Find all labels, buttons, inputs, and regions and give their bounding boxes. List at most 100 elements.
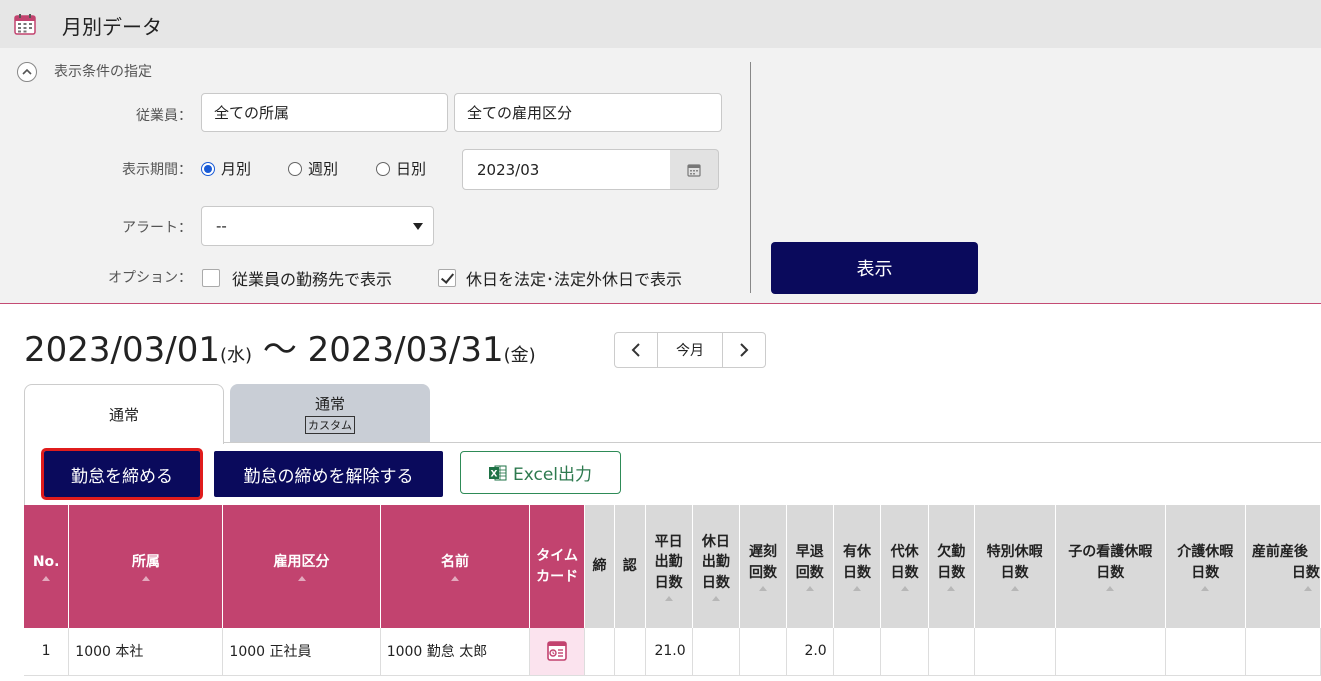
month-input[interactable]: 2023/03 xyxy=(462,149,671,190)
radio-label: 週別 xyxy=(308,160,339,178)
cell-no: 1 xyxy=(24,628,70,676)
tab-normal[interactable]: 通常 xyxy=(24,384,224,444)
cell-paid-leave xyxy=(833,628,882,676)
table-row[interactable]: 1 1000 本社 1000 正社員 1000 勤怠 太郎 21.0 2.0 xyxy=(24,628,1321,676)
date-range-heading: 2023/03/01(水) 〜 2023/03/31(金) xyxy=(24,322,536,371)
range-end-dow: (金) xyxy=(503,345,536,366)
checkbox-box xyxy=(202,269,220,287)
excel-export-button[interactable]: X Excel出力 xyxy=(460,451,621,494)
cell-approve xyxy=(614,628,646,676)
tab-label: 通常 xyxy=(314,394,345,413)
range-start: 2023/03/01 xyxy=(24,330,220,370)
col-nursing-leave[interactable]: 介護休暇 日数 xyxy=(1165,505,1246,628)
col-special-leave[interactable]: 特別休暇 日数 xyxy=(974,505,1056,628)
legal-holiday-display-checkbox[interactable]: 休日を法定･法定外休日で表示 xyxy=(438,266,682,290)
chevron-left-icon xyxy=(631,343,640,357)
alert-select-value: -- xyxy=(216,217,227,235)
cell-employment: 1000 正社員 xyxy=(222,628,381,676)
cell-close xyxy=(584,628,615,676)
employment-type-select[interactable]: 全ての雇用区分 xyxy=(454,93,722,132)
cell-nursing-leave xyxy=(1165,628,1246,676)
calendar-icon xyxy=(687,163,701,177)
range-start-dow: (水) xyxy=(219,345,253,366)
col-early-count[interactable]: 早退 回数 xyxy=(786,505,834,628)
radio-indicator xyxy=(288,161,302,176)
excel-icon: X xyxy=(488,465,507,480)
tab-underline xyxy=(224,442,1321,443)
calendar-picker-button[interactable] xyxy=(670,149,719,190)
col-no[interactable]: No. xyxy=(24,505,70,628)
sort-icon xyxy=(805,585,814,591)
sort-icon xyxy=(1010,585,1019,591)
sort-icon xyxy=(947,585,956,591)
range-end: 2023/03/31 xyxy=(307,330,504,370)
cell-holiday-days xyxy=(692,628,741,676)
col-childcare-leave[interactable]: 子の看護休暇 日数 xyxy=(1055,505,1166,628)
monthly-data-table: No. 所属 雇用区分 名前 タイム カード 締 認 平日 出勤 日数 休日 出勤 日数 … xyxy=(24,505,1321,676)
sort-icon xyxy=(711,595,720,601)
period-weekly-radio[interactable]: 週別 xyxy=(288,158,338,179)
cell-childcare-leave xyxy=(1055,628,1166,676)
next-month-button[interactable] xyxy=(723,333,765,367)
period-monthly-radio[interactable]: 月別 xyxy=(201,158,251,179)
col-dept[interactable]: 所属 xyxy=(68,505,224,628)
col-absence[interactable]: 欠勤 日数 xyxy=(928,505,975,628)
col-timecard: タイム カード xyxy=(529,505,586,628)
radio-indicator xyxy=(201,161,215,176)
alert-label: アラート： xyxy=(122,220,192,236)
col-employment[interactable]: 雇用区分 xyxy=(222,505,381,628)
checkbox-label: 従業員の勤務先で表示 xyxy=(232,270,393,289)
col-holiday-days[interactable]: 休日 出勤 日数 xyxy=(692,505,741,628)
close-attendance-button[interactable]: 勤怠を締める xyxy=(41,448,203,500)
section-title: 表示条件の指定 xyxy=(54,64,152,80)
col-paid-leave[interactable]: 有休 日数 xyxy=(833,505,882,628)
col-name[interactable]: 名前 xyxy=(380,505,531,628)
show-button[interactable]: 表示 xyxy=(771,242,978,294)
workplace-display-checkbox[interactable]: 従業員の勤務先で表示 xyxy=(202,266,392,290)
tab-normal-custom[interactable]: 通常 カスタム xyxy=(230,384,430,442)
sort-icon xyxy=(141,575,150,581)
sort-icon xyxy=(1303,585,1312,591)
col-weekday-days[interactable]: 平日 出勤 日数 xyxy=(645,505,693,628)
collapse-toggle-button[interactable] xyxy=(17,62,37,82)
sort-icon xyxy=(1201,585,1210,591)
dept-select[interactable]: 全ての所属 xyxy=(201,93,448,132)
option-label: オプション： xyxy=(108,270,192,286)
cell-weekday-days: 21.0 xyxy=(645,628,693,676)
current-month-button[interactable]: 今月 xyxy=(657,333,723,367)
custom-badge: カスタム xyxy=(305,415,355,434)
sort-icon xyxy=(759,585,768,591)
cell-late-count xyxy=(739,628,787,676)
radio-label: 月別 xyxy=(221,160,252,178)
tab-border-left xyxy=(24,443,25,505)
period-label: 表示期間： xyxy=(122,162,192,178)
filter-panel: 表示条件の指定 従業員： 全ての所属 全ての雇用区分 表示期間： 月別 週別 日… xyxy=(0,48,1321,304)
checkbox-box xyxy=(438,269,456,287)
col-maternity-leave[interactable]: 産前産後 日数 xyxy=(1245,505,1321,628)
cell-dept: 1000 本社 xyxy=(68,628,224,676)
radio-indicator xyxy=(376,161,390,176)
timecard-icon[interactable] xyxy=(545,639,569,663)
cell-absence xyxy=(928,628,975,676)
prev-month-button[interactable] xyxy=(615,333,657,367)
tab-label: 通常 xyxy=(108,406,139,424)
radio-label: 日別 xyxy=(396,160,427,178)
sort-icon xyxy=(664,595,673,601)
sort-icon xyxy=(853,585,861,591)
range-separator: 〜 xyxy=(262,330,297,370)
col-comp-leave[interactable]: 代休 日数 xyxy=(880,505,929,628)
month-navigator: 今月 xyxy=(614,332,766,368)
sort-icon xyxy=(297,575,306,581)
col-close: 締 xyxy=(584,505,615,628)
chevron-right-icon xyxy=(740,343,749,357)
chevron-up-icon xyxy=(22,68,32,75)
employee-label: 従業員： xyxy=(136,108,192,124)
cell-name: 1000 勤怠 太郎 xyxy=(380,628,531,676)
svg-text:X: X xyxy=(490,469,497,479)
panel-divider xyxy=(750,62,751,293)
calendar-icon xyxy=(14,14,36,35)
release-close-button[interactable]: 勤怠の締めを解除する xyxy=(214,451,443,497)
alert-select[interactable]: -- xyxy=(201,206,434,246)
period-daily-radio[interactable]: 日別 xyxy=(376,158,426,179)
col-late-count[interactable]: 遅刻 回数 xyxy=(739,505,787,628)
